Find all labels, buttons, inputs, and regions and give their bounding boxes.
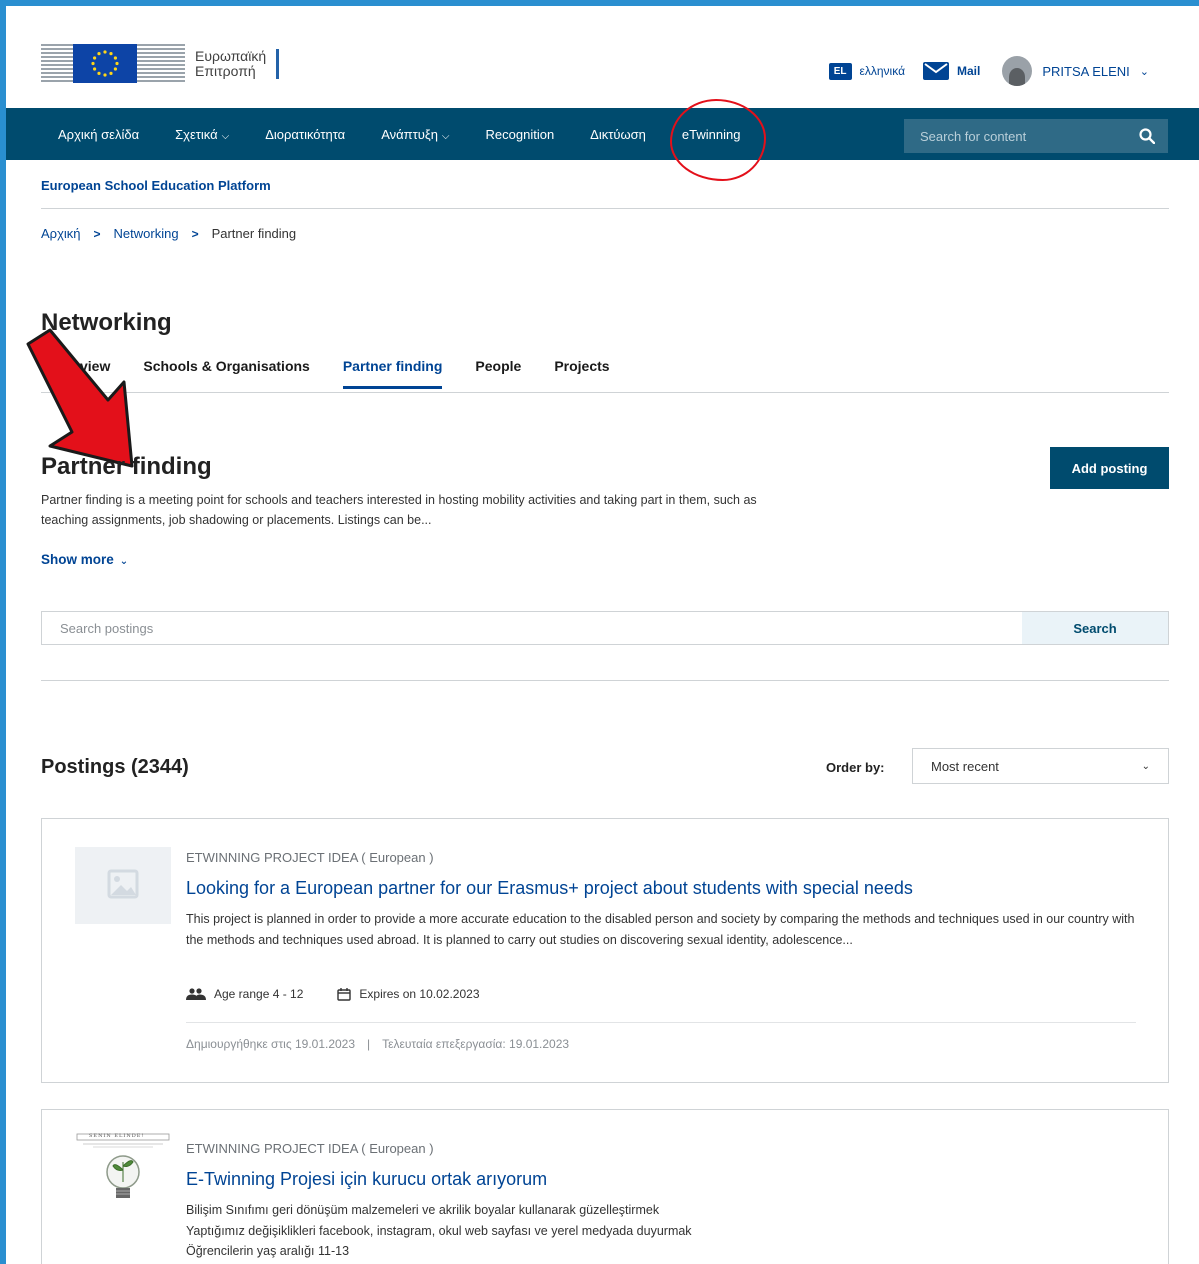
add-posting-button[interactable]: Add posting — [1050, 447, 1169, 489]
language-selector[interactable]: ελληνικά — [860, 64, 905, 78]
age-range-text: Age range 4 - 12 — [214, 987, 304, 1001]
breadcrumb-networking[interactable]: Networking — [114, 226, 179, 241]
site-search — [904, 119, 1168, 153]
separator: | — [367, 1037, 371, 1051]
language-code-badge[interactable]: EL — [828, 62, 852, 80]
tab-people[interactable]: People — [475, 358, 521, 389]
postings-count-heading: Postings (2344) — [41, 756, 189, 778]
created-date: Δημιουργήθηκε στις 19.01.2023 — [186, 1037, 356, 1051]
postings-search-button[interactable]: Search — [1022, 612, 1168, 644]
nav-item-label: eTwinning — [681, 126, 741, 142]
age-range: Age range 4 - 12 — [186, 987, 303, 1001]
annotation-red-arrow-icon — [26, 328, 134, 468]
nav-item-label: Ανάπτυξη — [381, 126, 438, 142]
site-header: Ευρωπαϊκή Επιτροπή EL ελληνικά Mail PRIT… — [6, 6, 1199, 108]
image-placeholder-icon — [75, 847, 171, 924]
postings-search-input[interactable] — [42, 612, 1022, 644]
site-search-input[interactable] — [904, 119, 1126, 153]
breadcrumb-home[interactable]: Αρχική — [41, 226, 81, 241]
breadcrumb-current: Partner finding — [211, 226, 297, 241]
nav-item-label: Recognition — [485, 126, 555, 142]
nav-item-development[interactable]: Ανάπτυξη ⌵ — [381, 127, 449, 142]
posting-summary: Bilişim Sınıfımı geri dönüşüm malzemeler… — [186, 1200, 1146, 1262]
posting-title[interactable]: Looking for a European partner for our E… — [186, 878, 913, 899]
tab-schools-organisations[interactable]: Schools & Organisations — [143, 358, 309, 389]
breadcrumb: Αρχική > Networking > Partner finding — [41, 226, 296, 241]
browser-viewport: Ευρωπαϊκή Επιτροπή EL ελληνικά Mail PRIT… — [6, 6, 1199, 1264]
summary-line: Bilişim Sınıfımı geri dönüşüm malzemeler… — [186, 1203, 660, 1217]
nav-item-networking[interactable]: Δικτύωση — [590, 127, 646, 142]
mail-link[interactable]: Mail — [957, 64, 980, 78]
order-by-value: Most recent — [931, 758, 999, 774]
nav-item-recognition[interactable]: Recognition — [486, 127, 555, 142]
posting-summary: This project is planned in order to prov… — [186, 912, 1135, 947]
show-more-label: Show more — [41, 552, 114, 567]
platform-title[interactable]: European School Education Platform — [41, 178, 271, 193]
european-commission-logo[interactable]: Ευρωπαϊκή Επιτροπή — [41, 44, 280, 83]
posting-title[interactable]: E-Twinning Projesi için kurucu ortak arı… — [186, 1169, 547, 1190]
chevron-down-icon: ⌄ — [1141, 760, 1150, 772]
header-utilities: EL ελληνικά Mail PRITSA ELENI ⌄ — [828, 56, 1149, 86]
posting-dates: Δημιουργήθηκε στις 19.01.2023 | Τελευταία … — [186, 1037, 569, 1051]
divider — [41, 392, 1169, 393]
calendar-icon — [337, 987, 352, 1001]
summary-line: Öğrencilerin yaş aralığı 11-13 — [186, 1244, 350, 1258]
nav-item-insights[interactable]: Διορατικότητα — [265, 127, 345, 142]
posting-type: ETWINNING PROJECT IDEA ( European ) — [186, 1141, 434, 1156]
expiry-date: Expires on 10.02.2023 — [337, 987, 480, 1001]
chevron-down-icon[interactable]: ⌄ — [1140, 65, 1149, 78]
chevron-down-icon: ⌄ — [119, 556, 129, 567]
nav-item-home[interactable]: Αρχική σελίδα — [58, 127, 139, 142]
posting-card[interactable]: SENIN ELINDE! ETWINNING PROJECT IDEA ( E… — [41, 1109, 1169, 1264]
partner-finding-description: Partner finding is a meeting point for s… — [41, 493, 757, 527]
chevron-right-icon: > — [93, 226, 101, 241]
postings-search: Search — [41, 611, 1169, 645]
mail-icon[interactable] — [923, 62, 950, 80]
lightbulb-plant-icon — [75, 1132, 171, 1222]
posting-thumbnail: SENIN ELINDE! — [75, 1132, 171, 1222]
summary-line: Yaptığımız değişiklikleri facebook, inst… — [186, 1223, 692, 1238]
nav-item-label: Σχετικά — [175, 126, 218, 142]
tab-partner-finding[interactable]: Partner finding — [342, 358, 443, 389]
order-by-label: Order by: — [826, 760, 885, 775]
posting-type: ETWINNING PROJECT IDEA ( European ) — [186, 850, 434, 865]
logo-line-1: Ευρωπαϊκή — [195, 47, 267, 64]
partner-finding-title: Partner finding — [41, 453, 212, 480]
order-by-select[interactable]: Most recent ⌄ — [912, 748, 1169, 784]
edited-date: Τελευταία επεξεργασία: 19.01.2023 — [382, 1037, 570, 1051]
divider — [41, 208, 1169, 209]
show-more-toggle[interactable]: Show more ⌄ — [41, 552, 128, 567]
posting-meta: Age range 4 - 12 Expires on 10.02.2023 — [186, 987, 514, 1001]
logo-text: Ευρωπαϊκή Επιτροπή — [195, 47, 280, 79]
search-icon[interactable] — [1126, 119, 1168, 153]
tab-projects[interactable]: Projects — [554, 358, 609, 389]
nav-item-label: Διορατικότητα — [265, 126, 346, 142]
chevron-right-icon: > — [191, 226, 199, 241]
user-avatar[interactable] — [1002, 56, 1033, 86]
nav-item-label: Δικτύωση — [590, 126, 646, 142]
divider — [41, 680, 1169, 681]
chevron-down-icon: ⌵ — [441, 130, 450, 142]
chevron-down-icon: ⌵ — [221, 130, 230, 142]
nav-item-etwinning[interactable]: eTwinning — [682, 127, 741, 142]
nav-item-label: Αρχική σελίδα — [58, 126, 140, 142]
expiry-text: Expires on 10.02.2023 — [359, 987, 480, 1001]
thumbnail-caption: SENIN ELINDE! — [89, 1133, 145, 1139]
eu-flag-icon — [73, 44, 137, 83]
user-name[interactable]: PRITSA ELENI — [1042, 64, 1129, 79]
people-icon — [186, 988, 206, 1000]
posting-card[interactable]: ETWINNING PROJECT IDEA ( European ) Look… — [41, 818, 1169, 1083]
logo-building-stripes-left — [41, 44, 73, 83]
card-divider — [186, 1022, 1136, 1023]
logo-building-stripes-right — [137, 44, 185, 83]
main-navigation: Αρχική σελίδα Σχετικά ⌵ Διορατικότητα Ανά… — [6, 108, 1199, 160]
nav-item-about[interactable]: Σχετικά ⌵ — [175, 127, 229, 142]
logo-line-2: Επιτροπή — [195, 62, 256, 79]
